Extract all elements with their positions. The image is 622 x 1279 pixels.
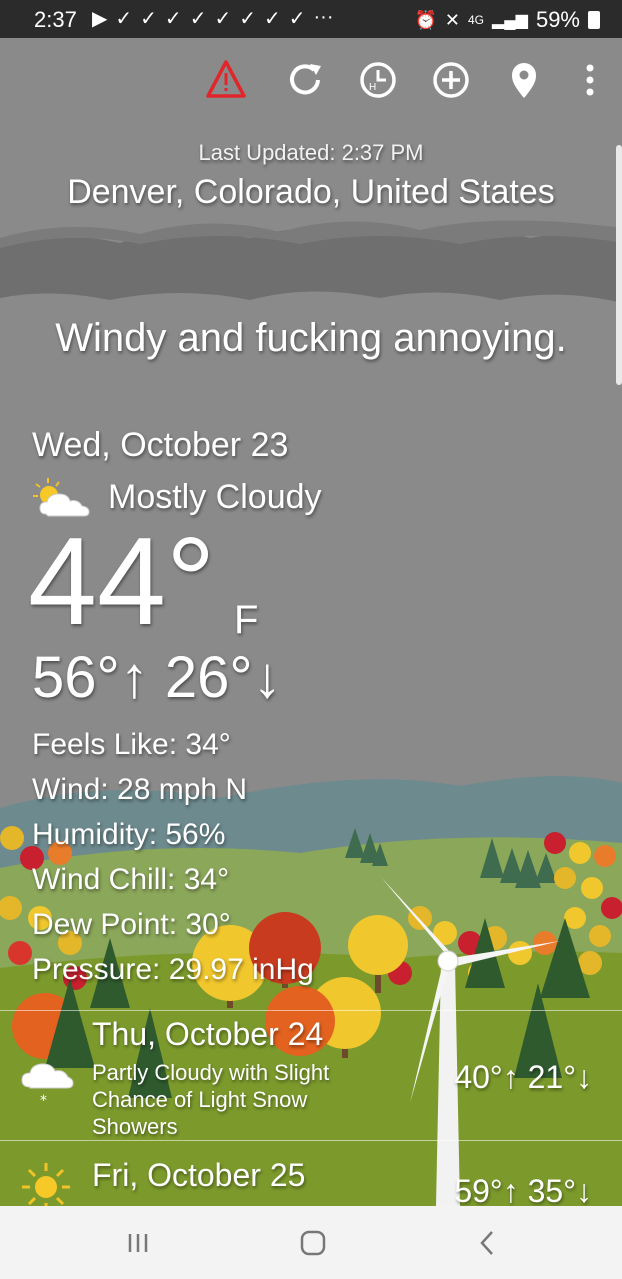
arrow-up-icon: ↑ — [502, 1059, 528, 1095]
check-icon: ✓ — [239, 8, 256, 30]
history-icon: H — [360, 62, 396, 98]
forecast-date: Fri, October 25 — [92, 1157, 306, 1193]
forecast-low: 21° — [527, 1059, 576, 1095]
weather-headline: Windy and fucking annoying. — [55, 316, 567, 360]
notification-icons: ▶ ✓ ✓ ✓ ✓ ✓ ✓ ✓ ✓ ··· — [92, 6, 334, 31]
signal-icon: ▂▄▆ — [492, 12, 528, 29]
youtube-icon: ▶ — [92, 8, 108, 30]
last-updated-label: Last Updated: 2:37 PM — [198, 140, 424, 165]
low-temperature: 26° — [164, 645, 253, 710]
location-button[interactable] — [502, 58, 546, 102]
alert-button[interactable] — [204, 58, 248, 102]
feels-like: Feels Like: 34° — [32, 728, 231, 761]
more-notifications-icon: ··· — [313, 6, 334, 28]
check-icon: ✓ — [164, 8, 182, 30]
battery-percent: 59% — [535, 7, 580, 32]
high-temperature: 56° — [32, 645, 120, 710]
more-icon — [586, 64, 594, 96]
navigation-bar — [0, 1206, 622, 1279]
forecast-row-1[interactable]: * Thu, October 24 Partly Cloudy with Sli… — [0, 1010, 622, 1140]
wind: Wind: 28 mph N — [32, 773, 248, 806]
add-location-button[interactable] — [429, 58, 473, 102]
toolbar: H — [0, 50, 622, 110]
status-bar: 2:37 ▶ ✓ ✓ ✓ ✓ ✓ ✓ ✓ ✓ ··· ⏰ ✕ 4G ▂▄▆ 59… — [0, 0, 622, 38]
dew-point: Dew Point: 30° — [32, 908, 231, 941]
battery-icon — [588, 11, 600, 29]
check-icon: ✓ — [214, 8, 232, 30]
current-date: Wed, October 23 — [32, 426, 289, 464]
pressure: Pressure: 29.97 inHg — [32, 953, 314, 986]
arrow-up-icon: ↑ — [119, 645, 165, 710]
temperature-unit: F — [234, 598, 259, 642]
forecast-temperatures: 40°↑ 21°↓ — [454, 1059, 592, 1096]
network-label: 4G — [467, 13, 484, 27]
more-menu-button[interactable] — [568, 58, 608, 102]
forecast-temperatures: 59°↑ 35°↓ — [454, 1173, 592, 1206]
arrow-down-icon: ↓ — [576, 1059, 592, 1095]
check-icon: ✓ — [115, 8, 133, 30]
arrow-down-icon: ↓ — [576, 1173, 592, 1206]
refresh-icon — [290, 64, 321, 95]
humidity: Humidity: 56% — [32, 818, 226, 851]
forecast-date: Thu, October 24 — [92, 1016, 324, 1052]
check-icon: ✓ — [263, 8, 281, 30]
back-button[interactable] — [466, 1228, 506, 1258]
mute-icon: ✕ — [444, 9, 460, 30]
forecast-high: 59° — [454, 1173, 503, 1206]
forecast-low: 35° — [527, 1173, 576, 1206]
sunny-icon — [22, 1163, 70, 1206]
check-icon: ✓ — [288, 8, 306, 30]
forecast-high: 40° — [454, 1059, 503, 1095]
current-temperature: 44° — [28, 513, 216, 651]
home-button[interactable] — [292, 1228, 332, 1258]
check-icon: ✓ — [189, 8, 207, 30]
svg-text:H: H — [369, 82, 376, 93]
history-button[interactable]: H — [356, 58, 400, 102]
forecast-condition: Partly Cloudy with Slight Chance of Ligh… — [92, 1060, 330, 1139]
high-low-temperature: 56°↑ 26°↓ — [32, 644, 282, 711]
alert-icon — [206, 60, 246, 98]
arrow-down-icon: ↓ — [252, 645, 282, 710]
weather-details: Feels Like: 34° Wind: 28 mph N Humidity:… — [32, 722, 314, 992]
add-icon — [433, 62, 469, 98]
refresh-button[interactable] — [283, 58, 327, 102]
current-condition: Mostly Cloudy — [108, 478, 322, 516]
partly-cloudy-snow-icon: * — [21, 1063, 74, 1109]
forecast-row-2[interactable]: Fri, October 25 59°↑ 35°↓ — [0, 1140, 622, 1206]
arrow-up-icon: ↑ — [502, 1173, 528, 1206]
svg-text:*: * — [40, 1093, 47, 1109]
recent-apps-button[interactable] — [118, 1228, 158, 1258]
location-icon — [512, 63, 536, 98]
alarm-icon: ⏰ — [414, 9, 437, 30]
wind-chill: Wind Chill: 34° — [32, 863, 230, 896]
status-time: 2:37 — [34, 7, 77, 32]
location-title: Denver, Colorado, United States — [67, 173, 555, 211]
check-icon: ✓ — [140, 8, 157, 30]
